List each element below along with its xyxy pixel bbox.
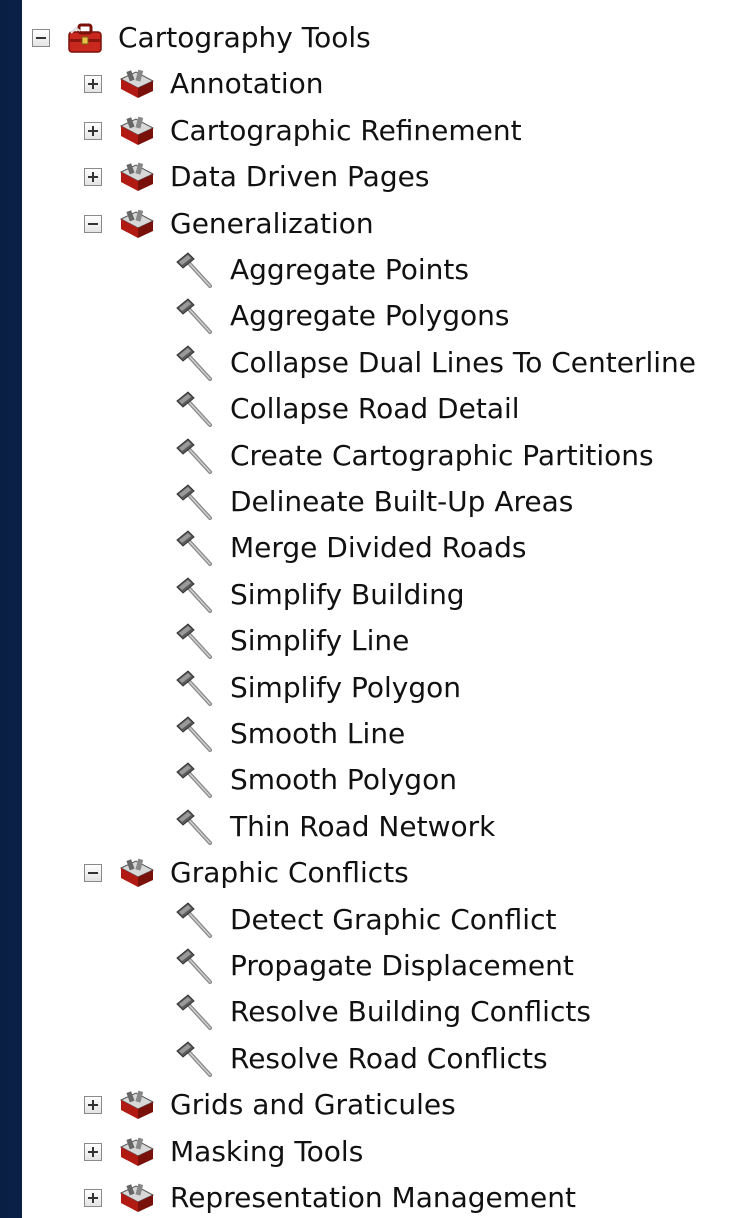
expand-toggle[interactable] [84,1142,102,1161]
hammer-icon [174,389,216,429]
tree-item-tool-smooth-line[interactable]: Smooth Line [174,711,405,757]
tree-item-tool-propagate-displacement[interactable]: Propagate Displacement [174,943,574,989]
tree-item-label: Graphic Conflicts [170,856,409,890]
tree-item-toolset-data-driven-pages[interactable]: Data Driven Pages [84,154,429,200]
tree-item-cartography-tools[interactable]: Cartography Tools [32,15,371,61]
expand-toggle[interactable] [84,75,102,94]
tree-item-tool-detect-graphic-conflict[interactable]: Detect Graphic Conflict [174,897,556,943]
hammer-icon [174,343,216,383]
hammer-icon [174,760,216,800]
tree-item-label: Masking Tools [170,1134,364,1168]
hammer-icon [174,1039,216,1079]
tree-item-tool-merge-divided-roads[interactable]: Merge Divided Roads [174,525,527,571]
tree-item-label: Thin Road Network [230,809,496,843]
collapse-toggle[interactable] [32,29,50,47]
tree-item-label: Cartography Tools [118,21,371,54]
toolset-icon [118,1135,156,1169]
tree-item-label: Propagate Displacement [230,949,574,982]
tree-item-label: Aggregate Polygons [230,299,510,333]
tree-item-toolset-annotation[interactable]: Annotation [84,61,324,107]
hammer-icon [174,714,216,754]
hammer-icon [174,946,216,986]
tree-item-tool-aggregate-polygons[interactable]: Aggregate Polygons [174,293,509,339]
tree-item-label: Collapse Road Detail [230,392,520,426]
tree-item-label: Annotation [170,67,324,101]
tree-item-toolset-grids-and-graticules[interactable]: Grids and Graticules [84,1082,456,1128]
tree-item-tool-collapse-dual-lines-to-centerline[interactable]: Collapse Dual Lines To Centerline [174,340,696,386]
hammer-icon [174,296,216,336]
tree-item-tool-aggregate-points[interactable]: Aggregate Points [174,247,469,293]
tree-item-label: Grids and Graticules [170,1088,456,1122]
toolbox-tree-panel: Cartography Tools Annotation Cartographic … [22,0,743,1218]
tree-item-tool-simplify-polygon[interactable]: Simplify Polygon [174,665,461,711]
tree-item-label: Simplify Building [230,577,465,611]
hammer-icon [174,992,216,1032]
tree-item-tool-thin-road-network[interactable]: Thin Road Network [174,804,495,850]
tree-item-label: Create Cartographic Partitions [230,438,654,472]
red-toolbox-icon [66,21,104,55]
tree-item-label: Resolve Building Conflicts [230,995,591,1029]
collapse-toggle[interactable] [84,214,102,233]
hammer-icon [174,436,216,476]
hammer-icon [174,807,216,847]
hammer-icon [174,900,216,940]
tree-item-label: Generalization [170,206,374,240]
tree-item-label: Cartographic Refinement [170,113,522,147]
tree-item-toolset-masking-tools[interactable]: Masking Tools [84,1129,363,1175]
tree-item-toolset-cartographic-refinement[interactable]: Cartographic Refinement [84,108,522,154]
tree-item-label: Merge Divided Roads [230,531,527,565]
tree-item-tool-simplify-building[interactable]: Simplify Building [174,572,465,618]
tree-item-tool-delineate-built-up-areas[interactable]: Delineate Built-Up Areas [174,479,573,525]
tree-item-tool-collapse-road-detail[interactable]: Collapse Road Detail [174,386,520,432]
tree-item-label: Simplify Line [230,624,410,658]
hammer-icon [174,482,216,522]
tree-item-label: Data Driven Pages [170,160,430,194]
expand-toggle[interactable] [84,1189,102,1207]
tree-item-tool-simplify-line[interactable]: Simplify Line [174,618,409,664]
tree-item-label: Smooth Polygon [230,763,457,797]
tree-item-label: Delineate Built-Up Areas [230,485,574,518]
collapse-toggle[interactable] [84,864,102,883]
tree-item-tool-smooth-polygon[interactable]: Smooth Polygon [174,757,457,803]
toolset-icon [118,856,156,890]
tree-item-toolset-representation-management[interactable]: Representation Management [84,1175,576,1218]
tree-item-label: Aggregate Points [230,253,469,286]
tree-item-label: Representation Management [170,1181,576,1214]
expand-toggle[interactable] [84,121,102,140]
tree-item-label: Smooth Line [230,717,406,750]
hammer-icon [174,668,216,708]
hammer-icon [174,575,216,615]
tree-item-tool-create-cartographic-partitions[interactable]: Create Cartographic Partitions [174,433,654,479]
toolset-icon [118,160,156,194]
tree-item-toolset-generalization[interactable]: Generalization [84,201,374,247]
hammer-icon [174,621,216,661]
toolset-icon [118,67,156,101]
tree-item-label: Simplify Polygon [230,670,462,704]
expand-toggle[interactable] [84,168,102,187]
tree-item-toolset-graphic-conflicts[interactable]: Graphic Conflicts [84,850,409,896]
expand-toggle[interactable] [84,1096,102,1115]
toolset-icon [118,1181,156,1215]
tree-item-tool-resolve-road-conflicts[interactable]: Resolve Road Conflicts [174,1036,548,1082]
tree-item-label: Detect Graphic Conflict [230,902,557,936]
tree-item-label: Resolve Road Conflicts [230,1041,548,1075]
tree-item-tool-resolve-building-conflicts[interactable]: Resolve Building Conflicts [174,989,591,1035]
toolset-icon [118,114,156,148]
hammer-icon [174,250,216,290]
toolset-icon [118,1088,156,1122]
toolset-icon [118,207,156,241]
hammer-icon [174,528,216,568]
tree-item-label: Collapse Dual Lines To Centerline [230,345,697,379]
